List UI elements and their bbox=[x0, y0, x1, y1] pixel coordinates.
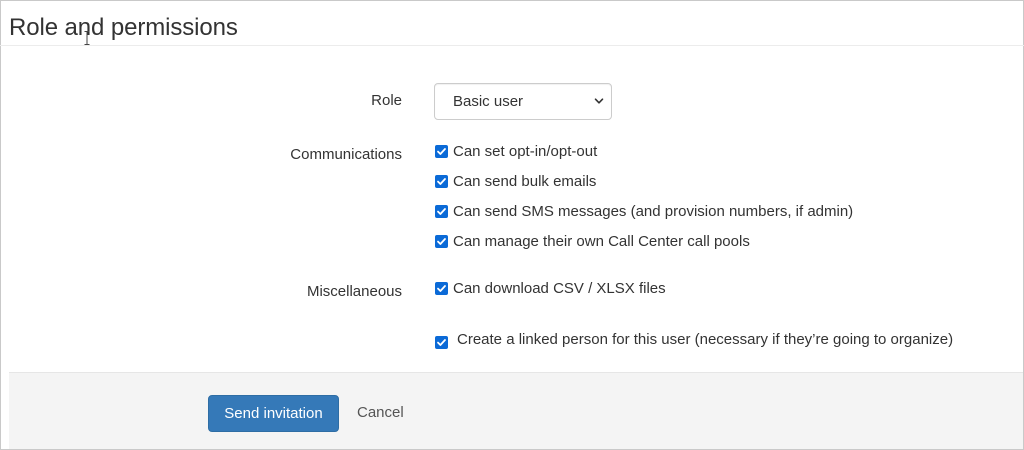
check-icon bbox=[437, 207, 446, 215]
checkbox-call-center[interactable] bbox=[435, 234, 448, 248]
miscellaneous-label: Miscellaneous bbox=[306, 283, 402, 300]
form-footer bbox=[9, 372, 1023, 449]
option-linked-person[interactable]: Create a linked person for this user (ne… bbox=[435, 329, 953, 349]
option-label: Can send SMS messages (and provision num… bbox=[453, 202, 854, 220]
chevron-down-icon bbox=[594, 98, 604, 104]
text-cursor-icon bbox=[84, 31, 90, 45]
checkbox-opt-in-out[interactable] bbox=[435, 144, 448, 158]
check-icon bbox=[437, 338, 446, 346]
checkbox-bulk-emails[interactable] bbox=[435, 174, 448, 188]
option-label: Create a linked person for this user (ne… bbox=[457, 330, 954, 348]
option-opt-in-out[interactable]: Can set opt-in/opt-out bbox=[435, 141, 597, 161]
communications-label: Communications bbox=[290, 146, 402, 163]
check-icon bbox=[437, 237, 446, 245]
option-label: Can send bulk emails bbox=[453, 172, 597, 190]
option-sms-messages[interactable]: Can send SMS messages (and provision num… bbox=[435, 201, 853, 221]
option-bulk-emails[interactable]: Can send bulk emails bbox=[435, 171, 596, 191]
role-label: Role bbox=[371, 92, 402, 109]
option-label: Can download CSV / XLSX files bbox=[453, 279, 666, 297]
checkbox-linked-person[interactable] bbox=[435, 335, 448, 349]
check-icon bbox=[437, 284, 446, 292]
role-select[interactable]: Basic user bbox=[434, 83, 612, 120]
option-label: Can manage their own Call Center call po… bbox=[453, 232, 750, 250]
role-select-value: Basic user bbox=[453, 93, 524, 110]
option-download-files[interactable]: Can download CSV / XLSX files bbox=[435, 278, 666, 298]
option-call-center[interactable]: Can manage their own Call Center call po… bbox=[435, 231, 750, 251]
check-icon bbox=[437, 147, 446, 155]
title-divider bbox=[0, 45, 1024, 46]
page-title: Role and permissions bbox=[9, 14, 238, 41]
check-icon bbox=[437, 177, 446, 185]
option-label: Can set opt-in/opt-out bbox=[453, 142, 598, 160]
send-invitation-button[interactable]: Send invitation bbox=[208, 395, 339, 432]
cancel-button[interactable]: Cancel bbox=[357, 404, 404, 421]
checkbox-sms-messages[interactable] bbox=[435, 204, 448, 218]
checkbox-download-files[interactable] bbox=[435, 281, 448, 295]
